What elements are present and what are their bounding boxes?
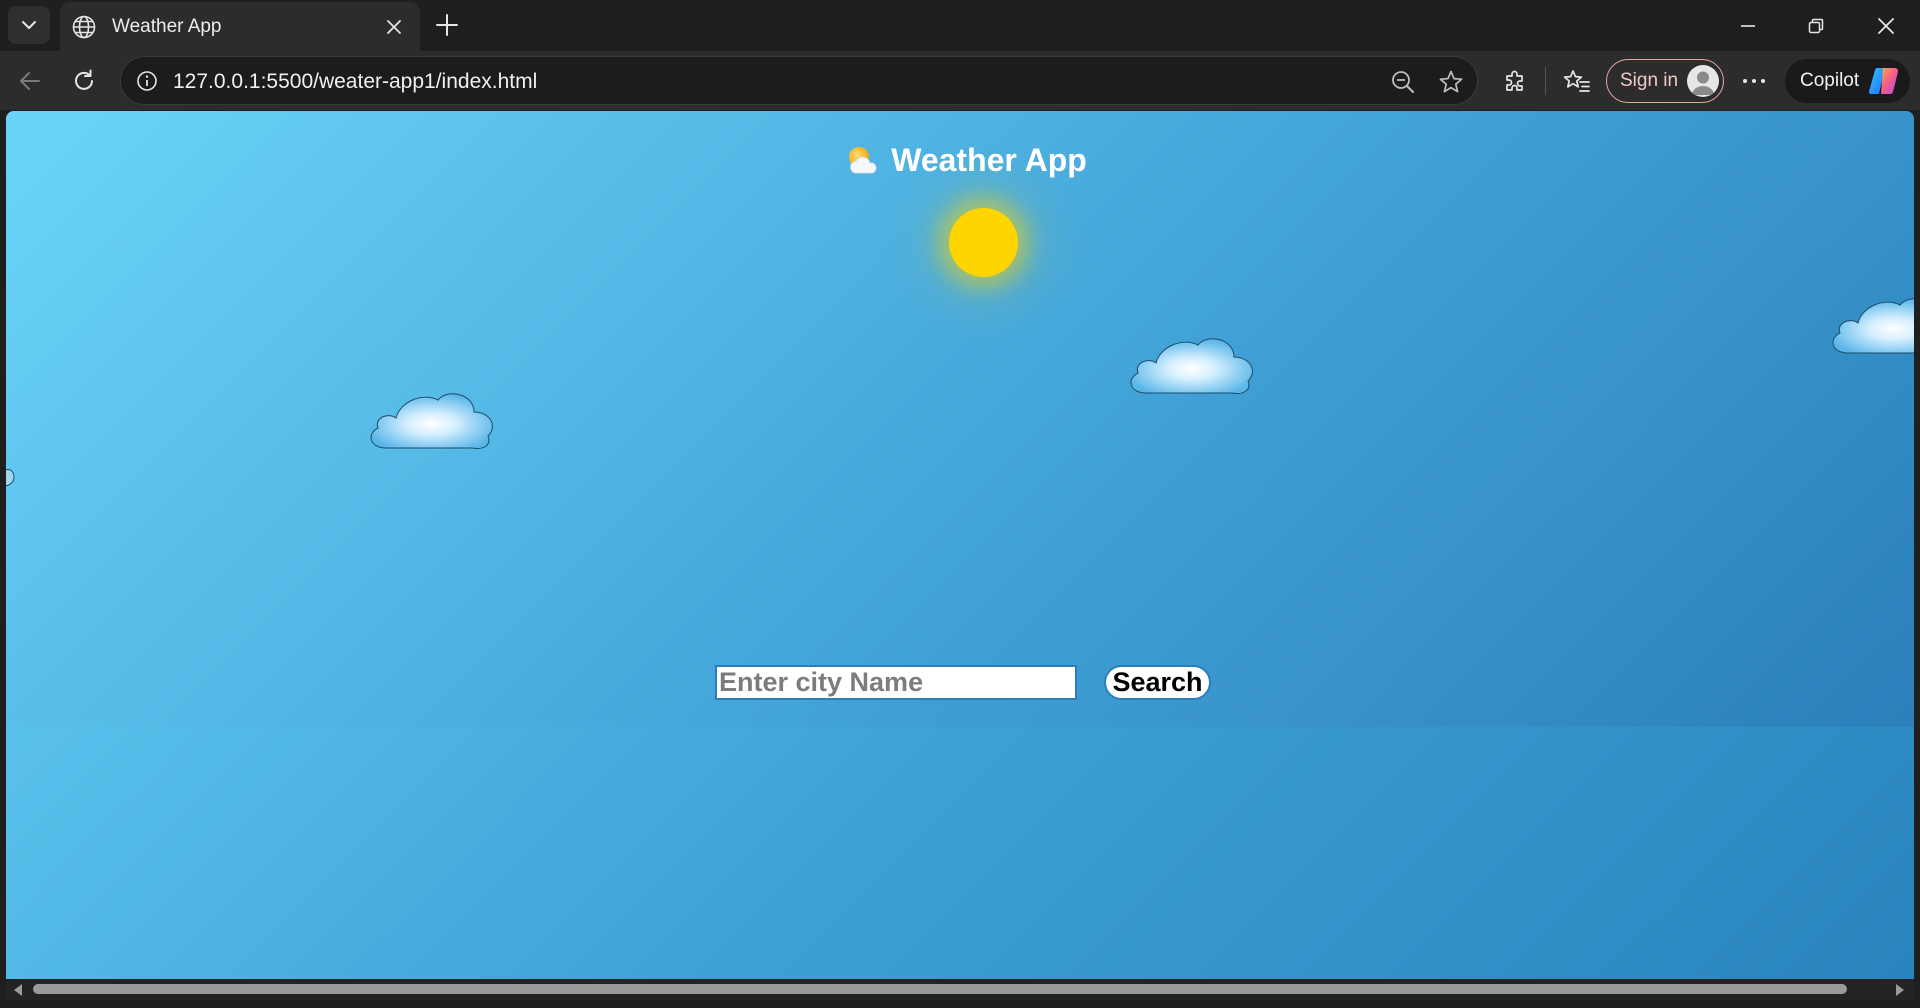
globe-icon — [70, 13, 98, 41]
tab-list-icon — [22, 21, 36, 29]
more-icon — [1743, 79, 1765, 83]
sign-in-button[interactable]: Sign in — [1606, 59, 1724, 103]
cloud — [1832, 298, 1914, 354]
url-text[interactable]: 127.0.0.1:5500/weater-app1/index.html — [173, 70, 537, 94]
page-title-text: Weather App — [891, 142, 1087, 178]
page-title: Weather App — [6, 142, 1914, 179]
chevron-left-icon — [14, 984, 22, 996]
sign-in-label: Sign in — [1620, 70, 1679, 91]
restore-icon — [1808, 18, 1824, 33]
city-search-input[interactable] — [715, 665, 1077, 700]
zoom-out-icon[interactable] — [1386, 65, 1420, 99]
weather-hero: Weather App Search — [6, 111, 1914, 727]
sun-cloud-icon — [845, 143, 879, 177]
favorites-button[interactable] — [1556, 60, 1598, 102]
refresh-button[interactable] — [63, 60, 105, 102]
toolbar-divider — [1545, 67, 1546, 95]
address-bar[interactable]: 127.0.0.1:5500/weater-app1/index.html — [120, 56, 1478, 105]
cloud — [1130, 338, 1253, 394]
horizontal-scrollbar[interactable] — [6, 979, 1914, 1000]
chevron-right-icon — [1896, 984, 1904, 996]
minimize-button[interactable] — [1714, 0, 1782, 51]
star-icon[interactable] — [1434, 65, 1468, 99]
tab-bar: Weather App — [0, 0, 1920, 51]
info-icon[interactable] — [133, 67, 161, 95]
favorites-icon — [1563, 70, 1590, 92]
refresh-icon — [75, 69, 93, 90]
close-icon — [387, 19, 401, 34]
scrollbar-thumb[interactable] — [33, 984, 1847, 994]
close-icon — [1878, 17, 1894, 34]
tab-close-button[interactable] — [376, 9, 412, 45]
cloud — [6, 469, 15, 487]
new-tab-button[interactable] — [428, 6, 466, 44]
extensions-icon — [1506, 70, 1523, 91]
restore-button[interactable] — [1782, 0, 1850, 51]
copilot-button[interactable]: Copilot — [1785, 59, 1910, 103]
plus-icon — [436, 14, 458, 36]
copilot-label: Copilot — [1800, 70, 1860, 91]
scroll-left-button[interactable] — [10, 982, 26, 998]
more-button[interactable] — [1733, 60, 1775, 102]
tab-active[interactable]: Weather App — [60, 2, 420, 51]
avatar — [1687, 65, 1719, 97]
minimize-icon — [1741, 24, 1755, 27]
sun — [949, 208, 1018, 277]
tab-title: Weather App — [112, 15, 222, 37]
back-button[interactable] — [9, 60, 51, 102]
extensions-button[interactable] — [1494, 60, 1536, 102]
tab-list-button[interactable] — [8, 6, 50, 44]
copilot-icon — [1868, 67, 1899, 95]
cloud — [370, 393, 493, 449]
browser-toolbar: 127.0.0.1:5500/weater-app1/index.html Si… — [0, 51, 1920, 110]
search-button[interactable]: Search — [1104, 665, 1211, 700]
page-viewport: Weather App Search — [6, 111, 1914, 979]
close-window-button[interactable] — [1852, 0, 1920, 51]
scroll-right-button[interactable] — [1892, 982, 1908, 998]
back-icon — [20, 72, 40, 90]
